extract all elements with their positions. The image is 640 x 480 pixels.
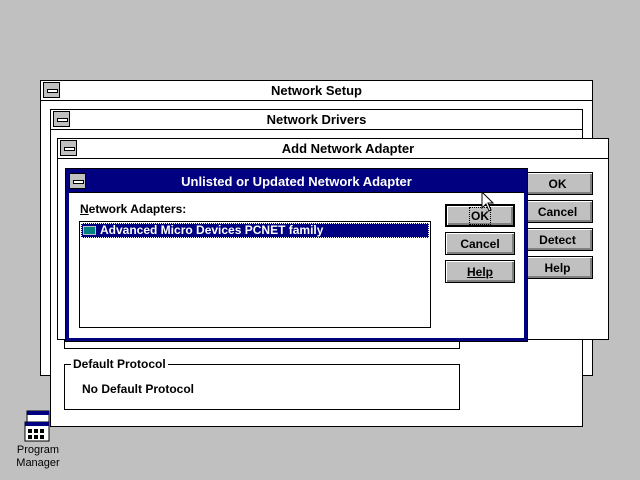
ok-button[interactable]: OK bbox=[522, 172, 593, 195]
network-adapters-label: Network Adapters: bbox=[80, 202, 187, 216]
help-button[interactable]: Help bbox=[522, 256, 593, 279]
adapter-icon bbox=[83, 226, 96, 235]
unlisted-adapter-client: Network Adapters: Advanced Micro Devices… bbox=[69, 192, 524, 338]
cancel-button[interactable]: Cancel bbox=[522, 200, 593, 223]
system-menu-icon[interactable] bbox=[53, 111, 70, 127]
system-menu-icon[interactable] bbox=[60, 140, 77, 156]
list-item[interactable]: Advanced Micro Devices PCNET family bbox=[81, 223, 429, 238]
default-protocol-legend: Default Protocol bbox=[71, 357, 168, 371]
detect-button[interactable]: Detect bbox=[522, 228, 593, 251]
ok-button[interactable]: OK bbox=[445, 204, 515, 227]
network-adapters-list[interactable]: Advanced Micro Devices PCNET family bbox=[79, 221, 431, 328]
unlisted-adapter-title: Unlisted or Updated Network Adapter bbox=[181, 174, 412, 189]
mouse-cursor-icon bbox=[481, 191, 495, 212]
default-protocol-value: No Default Protocol bbox=[82, 382, 195, 396]
help-button[interactable]: Help bbox=[445, 260, 515, 283]
program-manager-icon[interactable]: Program Manager bbox=[10, 408, 66, 474]
adapter-name: Advanced Micro Devices PCNET family bbox=[100, 223, 324, 237]
unlisted-adapter-dialog: Unlisted or Updated Network Adapter Netw… bbox=[65, 168, 528, 342]
network-setup-title: Network Setup bbox=[270, 83, 362, 98]
program-manager-label: Program Manager bbox=[16, 444, 60, 469]
network-drivers-titlebar[interactable]: Network Drivers bbox=[51, 110, 582, 130]
add-network-adapter-titlebar[interactable]: Add Network Adapter bbox=[58, 139, 608, 159]
system-menu-icon[interactable] bbox=[43, 82, 60, 98]
add-network-adapter-title: Add Network Adapter bbox=[281, 141, 415, 156]
network-setup-titlebar[interactable]: Network Setup bbox=[41, 81, 592, 101]
program-manager-icon-graphic bbox=[24, 410, 50, 442]
system-menu-icon[interactable] bbox=[69, 173, 86, 189]
unlisted-adapter-titlebar[interactable]: Unlisted or Updated Network Adapter bbox=[69, 172, 524, 191]
cancel-button[interactable]: Cancel bbox=[445, 232, 515, 255]
network-drivers-title: Network Drivers bbox=[266, 112, 367, 127]
default-protocol-group: Default Protocol No Default Protocol bbox=[64, 357, 460, 410]
